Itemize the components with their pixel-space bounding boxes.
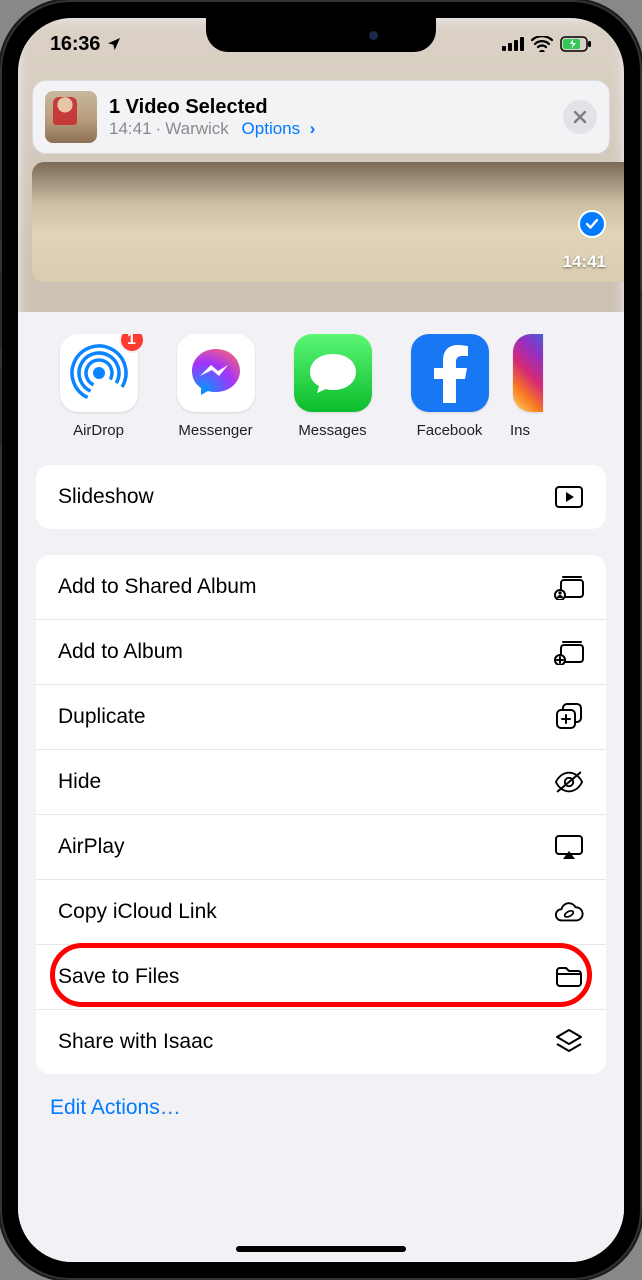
header-title: 1 Video Selected: [109, 96, 551, 119]
action-label: Save to Files: [58, 965, 179, 989]
home-indicator[interactable]: [236, 1246, 406, 1252]
app-messages[interactable]: Messages: [274, 334, 391, 439]
app-facebook[interactable]: Facebook: [391, 334, 508, 439]
app-label: Facebook: [391, 422, 508, 439]
cellular-icon: [502, 37, 524, 51]
header-time: 14:41: [109, 119, 152, 139]
action-add-album[interactable]: Add to Album: [36, 619, 606, 684]
screen: 16:36 1 Vi: [18, 18, 624, 1262]
eye-slash-icon: [554, 769, 584, 795]
iphone-frame: 16:36 1 Vi: [0, 0, 642, 1280]
notch: [206, 18, 436, 52]
action-label: Slideshow: [58, 485, 154, 509]
battery-charging-icon: [560, 36, 592, 52]
action-label: Share with Isaac: [58, 1030, 213, 1054]
app-airdrop[interactable]: 1 AirDrop: [40, 334, 157, 439]
add-album-icon: [554, 639, 584, 665]
app-label: Messages: [274, 422, 391, 439]
video-preview[interactable]: 14:41: [32, 162, 624, 282]
action-label: Add to Album: [58, 640, 183, 664]
action-label: Duplicate: [58, 705, 146, 729]
wifi-icon: [531, 36, 553, 52]
volume-down-button: [0, 368, 2, 446]
action-label: Hide: [58, 770, 101, 794]
action-group-1: Slideshow: [36, 465, 606, 529]
app-instagram[interactable]: Ins: [508, 334, 548, 439]
airplay-icon: [554, 834, 584, 860]
play-rect-icon: [554, 484, 584, 510]
action-save-to-files[interactable]: Save to Files: [36, 944, 606, 1009]
action-duplicate[interactable]: Duplicate: [36, 684, 606, 749]
app-label: AirDrop: [40, 422, 157, 439]
action-group-2: Add to Shared Album Add to Album Duplica…: [36, 555, 606, 1074]
action-copy-icloud-link[interactable]: Copy iCloud Link: [36, 879, 606, 944]
header-thumbnail[interactable]: [45, 91, 97, 143]
action-add-shared-album[interactable]: Add to Shared Album: [36, 555, 606, 619]
messages-icon: [294, 334, 372, 412]
header-location: Warwick: [165, 119, 229, 139]
shared-album-icon: [554, 574, 584, 600]
action-label: Copy iCloud Link: [58, 900, 217, 924]
close-button[interactable]: [563, 100, 597, 134]
messenger-icon: [177, 334, 255, 412]
action-label: Add to Shared Album: [58, 575, 256, 599]
instagram-icon: [513, 334, 543, 412]
action-slideshow[interactable]: Slideshow: [36, 465, 606, 529]
app-label: Messenger: [157, 422, 274, 439]
location-arrow-icon: [106, 36, 122, 52]
airdrop-icon: 1: [60, 334, 138, 412]
edit-actions-button[interactable]: Edit Actions…: [18, 1074, 624, 1120]
chevron-right-icon: ›: [305, 119, 315, 138]
stack-icon: [554, 1029, 584, 1055]
facebook-icon: [411, 334, 489, 412]
action-hide[interactable]: Hide: [36, 749, 606, 814]
share-apps-row[interactable]: 1 AirDrop Messenger: [18, 334, 624, 439]
volume-up-button: [0, 270, 2, 348]
app-label: Ins: [508, 422, 548, 439]
action-airplay[interactable]: AirPlay: [36, 814, 606, 879]
action-label: AirPlay: [58, 835, 125, 859]
app-messenger[interactable]: Messenger: [157, 334, 274, 439]
selection-check-icon[interactable]: [578, 210, 606, 238]
share-header: 1 Video Selected 14:41 · Warwick Options…: [32, 80, 610, 154]
action-share-with-isaac[interactable]: Share with Isaac: [36, 1009, 606, 1074]
header-separator: ·: [156, 119, 162, 139]
mute-switch: [0, 200, 2, 240]
status-time: 16:36: [50, 33, 100, 56]
options-button[interactable]: Options ›: [242, 119, 316, 139]
duplicate-icon: [554, 704, 584, 730]
cloud-link-icon: [554, 899, 584, 925]
folder-icon: [554, 964, 584, 990]
preview-timestamp: 14:41: [563, 252, 606, 272]
